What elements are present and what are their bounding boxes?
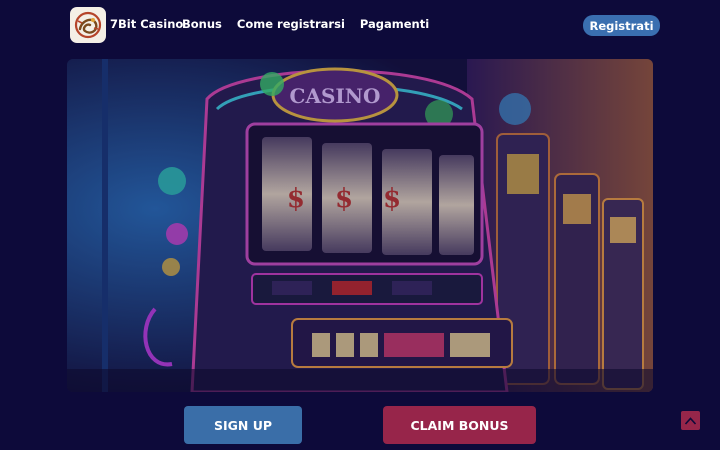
nav-link-registration[interactable]: Come registrarsi [237, 17, 345, 31]
scroll-to-top-button[interactable] [681, 411, 700, 430]
register-button[interactable]: Registrati [583, 15, 660, 36]
nav-link-payments[interactable]: Pagamenti [360, 17, 429, 31]
claim-bonus-button[interactable]: CLAIM BONUS [383, 406, 536, 444]
chevron-up-icon [684, 416, 697, 425]
nav-link-bonus[interactable]: Bonus [182, 17, 222, 31]
sign-up-button[interactable]: SIGN UP [184, 406, 302, 444]
dragon-emblem-icon [74, 11, 102, 39]
logo[interactable] [70, 7, 106, 43]
brand-name[interactable]: 7Bit Casino [110, 17, 183, 31]
casino-slot-machines-image: CASINO $$$ [67, 59, 653, 392]
top-navbar: 7Bit Casino Bonus Come registrarsi Pagam… [0, 0, 720, 50]
hero-image: CASINO $$$ [67, 59, 653, 392]
nav-menu: Bonus Come registrarsi Pagamenti [182, 17, 429, 31]
